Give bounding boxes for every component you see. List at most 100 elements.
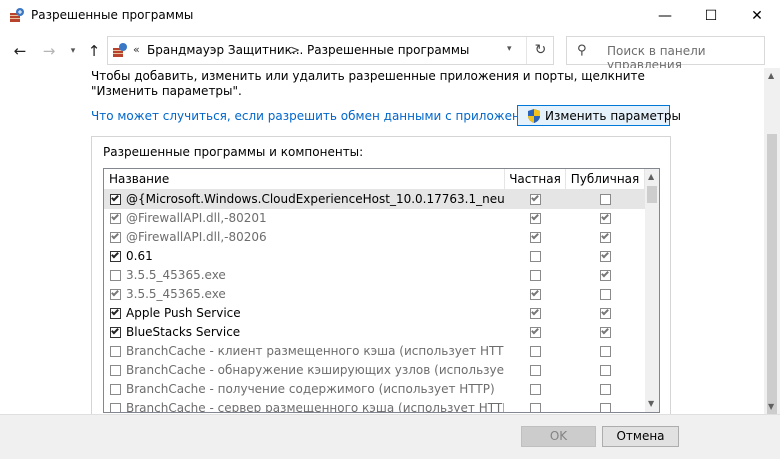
private-checkbox[interactable] <box>530 365 541 376</box>
allowed-apps-group: Разрешенные программы и компоненты: Назв… <box>91 136 671 414</box>
app-name: BranchCache - обнаружение кэширующих узл… <box>126 363 504 377</box>
maximize-button[interactable]: ☐ <box>688 0 734 31</box>
app-name: @{Microsoft.Windows.CloudExperienceHost_… <box>126 192 504 206</box>
address-dropdown-icon[interactable]: ▾ <box>507 44 512 54</box>
private-checkbox[interactable] <box>530 307 541 319</box>
firewall-location-icon <box>113 43 127 57</box>
up-arrow-icon[interactable]: ↑ <box>85 42 103 60</box>
table-row[interactable]: BlueStacks Service <box>104 323 645 342</box>
table-row[interactable]: Apple Push Service <box>104 304 645 323</box>
public-checkbox[interactable] <box>600 194 611 205</box>
allowed-apps-window: Разрешенные программы — ☐ ✕ ← → ▾ ↑ « Бр… <box>0 0 780 459</box>
public-checkbox[interactable] <box>600 403 611 412</box>
app-name: 3.5.5_45365.exe <box>126 268 226 282</box>
table-row[interactable]: 3.5.5_45365.exe <box>104 285 645 304</box>
table-row[interactable]: BranchCache - клиент размещенного кэша (… <box>104 342 645 361</box>
private-checkbox[interactable] <box>530 193 541 205</box>
enabled-checkbox[interactable] <box>110 403 121 412</box>
table-row[interactable]: @FirewallAPI.dll,-80201 <box>104 209 645 228</box>
risk-help-link[interactable]: Что может случиться, если разрешить обме… <box>91 109 550 123</box>
back-arrow-icon[interactable]: ← <box>11 42 29 60</box>
column-header-private[interactable]: Частная <box>505 169 566 190</box>
recent-locations-chevron-icon[interactable]: ▾ <box>64 42 82 60</box>
table-row[interactable]: @{Microsoft.Windows.CloudExperienceHost_… <box>104 190 645 209</box>
app-name: @FirewallAPI.dll,-80201 <box>126 211 267 225</box>
scroll-down-icon[interactable]: ▼ <box>648 399 654 408</box>
public-checkbox[interactable] <box>600 365 611 376</box>
public-checkbox[interactable] <box>600 231 611 243</box>
enabled-checkbox[interactable] <box>110 231 121 243</box>
change-settings-button[interactable]: Изменить параметры <box>517 105 681 126</box>
public-checkbox[interactable] <box>600 250 611 262</box>
public-checkbox[interactable] <box>600 307 611 319</box>
group-label: Разрешенные программы и компоненты: <box>103 145 364 159</box>
table-row[interactable]: @FirewallAPI.dll,-80206 <box>104 228 645 247</box>
minimize-button[interactable]: — <box>642 0 688 31</box>
firewall-app-icon <box>10 8 24 22</box>
breadcrumb-separator-icon[interactable]: > <box>290 43 300 57</box>
refresh-icon[interactable]: ↻ <box>526 37 554 64</box>
allowed-apps-list[interactable]: Название Частная Публичная @{Microsoft.W… <box>103 168 660 413</box>
private-checkbox[interactable] <box>530 346 541 357</box>
enabled-checkbox[interactable] <box>110 288 121 300</box>
uac-shield-icon <box>528 109 540 123</box>
address-bar[interactable]: « Брандмауэр Защитник... > Разрешенные п… <box>107 36 554 65</box>
breadcrumb-allowed-apps[interactable]: Разрешенные программы <box>307 43 469 57</box>
main-content: Чтобы добавить, изменить или удалить раз… <box>0 68 764 414</box>
search-box[interactable]: ⚲ Поиск в панели управления <box>566 36 765 72</box>
app-name: BranchCache - сервер размещенного кэша (… <box>126 401 504 413</box>
dialog-footer: OK Отмена <box>0 414 780 459</box>
forward-arrow-icon[interactable]: → <box>40 42 58 60</box>
app-name: BranchCache - клиент размещенного кэша (… <box>126 344 504 358</box>
enabled-checkbox[interactable] <box>110 250 121 262</box>
column-header-name[interactable]: Название <box>104 169 505 190</box>
enabled-checkbox[interactable] <box>110 193 121 205</box>
public-checkbox[interactable] <box>600 212 611 224</box>
public-checkbox[interactable] <box>600 326 611 338</box>
cancel-button[interactable]: Отмена <box>602 426 679 447</box>
public-checkbox[interactable] <box>600 269 611 281</box>
app-name: Apple Push Service <box>126 306 241 320</box>
private-checkbox[interactable] <box>530 231 541 243</box>
private-checkbox[interactable] <box>530 251 541 262</box>
ok-button[interactable]: OK <box>521 426 596 447</box>
list-scroll-thumb[interactable] <box>647 186 657 203</box>
window-scroll-down-icon[interactable]: ▼ <box>768 402 774 411</box>
list-scrollbar[interactable]: ▲ ▼ <box>645 169 659 412</box>
table-row[interactable]: 3.5.5_45365.exe <box>104 266 645 285</box>
column-header-public[interactable]: Публичная <box>566 169 645 190</box>
private-checkbox[interactable] <box>530 288 541 300</box>
public-checkbox[interactable] <box>600 346 611 357</box>
app-name: BlueStacks Service <box>126 325 241 339</box>
table-row[interactable]: BranchCache - сервер размещенного кэша (… <box>104 399 645 413</box>
breadcrumb-firewall[interactable]: Брандмауэр Защитник... <box>147 43 303 57</box>
window-scroll-thumb[interactable] <box>767 134 777 416</box>
app-name: 3.5.5_45365.exe <box>126 287 226 301</box>
private-checkbox[interactable] <box>530 403 541 412</box>
private-checkbox[interactable] <box>530 270 541 281</box>
window-scrollbar[interactable]: ▲ ▼ <box>764 68 780 416</box>
enabled-checkbox[interactable] <box>110 326 121 338</box>
private-checkbox[interactable] <box>530 212 541 224</box>
hidden-path-chevron-icon[interactable]: « <box>133 43 140 56</box>
private-checkbox[interactable] <box>530 326 541 338</box>
scroll-up-icon[interactable]: ▲ <box>648 172 654 181</box>
public-checkbox[interactable] <box>600 289 611 300</box>
title-bar: Разрешенные программы — ☐ ✕ <box>0 0 780 31</box>
enabled-checkbox[interactable] <box>110 365 121 376</box>
enabled-checkbox[interactable] <box>110 346 121 357</box>
public-checkbox[interactable] <box>600 384 611 395</box>
table-row[interactable]: BranchCache - получение содержимого (исп… <box>104 380 645 399</box>
table-row[interactable]: 0.61 <box>104 247 645 266</box>
private-checkbox[interactable] <box>530 384 541 395</box>
enabled-checkbox[interactable] <box>110 212 121 224</box>
enabled-checkbox[interactable] <box>110 270 121 281</box>
window-scroll-up-icon[interactable]: ▲ <box>768 71 774 80</box>
intro-text: Чтобы добавить, изменить или удалить раз… <box>91 69 645 98</box>
window-title: Разрешенные программы <box>31 8 194 22</box>
table-row[interactable]: BranchCache - обнаружение кэширующих узл… <box>104 361 645 380</box>
enabled-checkbox[interactable] <box>110 384 121 395</box>
close-button[interactable]: ✕ <box>734 0 780 31</box>
change-settings-label: Изменить параметры <box>545 109 682 123</box>
enabled-checkbox[interactable] <box>110 307 121 319</box>
